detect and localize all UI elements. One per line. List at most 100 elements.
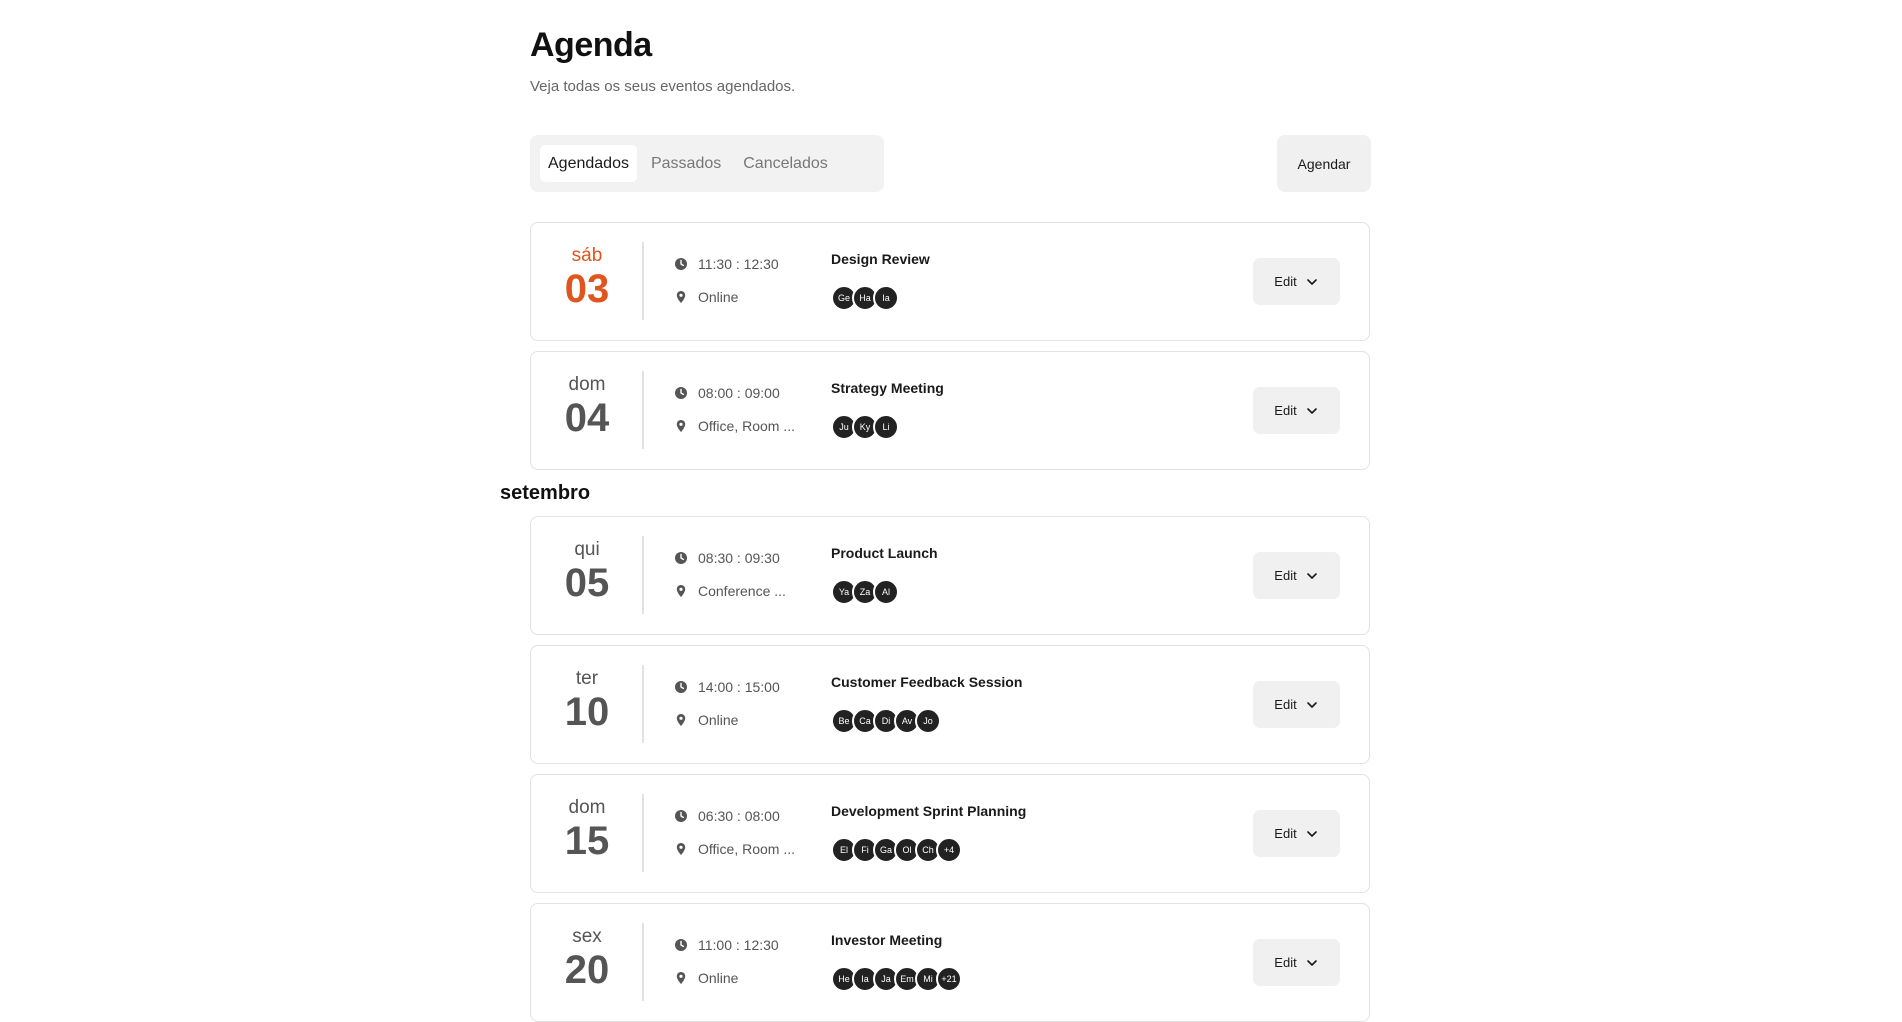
event-time-row: 06:30 : 08:00: [674, 808, 780, 824]
map-pin-icon: [674, 842, 688, 856]
edit-label: Edit: [1274, 274, 1297, 289]
page-title: Agenda: [530, 26, 652, 64]
edit-button[interactable]: Edit: [1253, 939, 1340, 986]
chevron-down-icon: [1305, 827, 1319, 841]
event-title: Strategy Meeting: [831, 380, 944, 396]
tab-past[interactable]: Passados: [643, 145, 729, 182]
event-date: sex 20: [531, 904, 643, 1021]
event-title: Customer Feedback Session: [831, 674, 1023, 690]
event-location: Conference ...: [698, 583, 786, 599]
edit-label: Edit: [1274, 826, 1297, 841]
chevron-down-icon: [1305, 698, 1319, 712]
event-date: dom 04: [531, 352, 643, 469]
map-pin-icon: [674, 584, 688, 598]
event-time: 08:00 : 09:00: [698, 385, 780, 401]
map-pin-icon: [674, 290, 688, 304]
attendee-avatar: +4: [936, 837, 962, 863]
date-divider: [642, 536, 644, 614]
event-card: dom 15 06:30 : 08:00 Office, Room ... Develo…: [530, 774, 1370, 893]
edit-label: Edit: [1274, 403, 1297, 418]
edit-button[interactable]: Edit: [1253, 810, 1340, 857]
chevron-down-icon: [1305, 275, 1319, 289]
event-date: ter 10: [531, 646, 643, 763]
event-card: qui 05 08:30 : 09:30 Conference ... Product …: [530, 516, 1370, 635]
event-time-row: 08:00 : 09:00: [674, 385, 780, 401]
chevron-down-icon: [1305, 569, 1319, 583]
schedule-button[interactable]: Agendar: [1277, 135, 1371, 192]
attendee-avatars: Ge Ha Ia: [831, 285, 899, 311]
event-location: Online: [698, 970, 739, 986]
edit-label: Edit: [1274, 697, 1297, 712]
date-divider: [642, 665, 644, 743]
event-day: 03: [564, 267, 610, 311]
event-title: Design Review: [831, 251, 930, 267]
date-divider: [642, 923, 644, 1001]
edit-button[interactable]: Edit: [1253, 387, 1340, 434]
event-date: sáb 03: [531, 223, 643, 340]
edit-button[interactable]: Edit: [1253, 258, 1340, 305]
date-divider: [642, 242, 644, 320]
event-card: sex 20 11:00 : 12:30 Online Investor Meeting…: [530, 903, 1370, 1022]
event-card: ter 10 14:00 : 15:00 Online Customer Feedbac…: [530, 645, 1370, 764]
event-time-row: 11:00 : 12:30: [674, 937, 779, 953]
attendee-avatar: Li: [873, 414, 899, 440]
date-divider: [642, 371, 644, 449]
page-subtitle: Veja todas os seus eventos agendados.: [530, 78, 796, 95]
event-weekday: ter: [575, 668, 599, 689]
event-day: 15: [564, 819, 610, 863]
attendee-avatar: Ia: [873, 285, 899, 311]
tab-scheduled[interactable]: Agendados: [540, 145, 637, 182]
event-weekday: qui: [574, 539, 600, 560]
event-weekday: dom: [568, 797, 606, 818]
edit-button[interactable]: Edit: [1253, 552, 1340, 599]
chevron-down-icon: [1305, 404, 1319, 418]
clock-icon: [674, 938, 688, 952]
event-time-row: 14:00 : 15:00: [674, 679, 780, 695]
clock-icon: [674, 809, 688, 823]
event-title: Investor Meeting: [831, 932, 943, 948]
event-location-row: Online: [674, 712, 738, 728]
event-location-row: Conference ...: [674, 583, 786, 599]
event-time: 08:30 : 09:30: [698, 550, 780, 566]
event-title: Development Sprint Planning: [831, 803, 1027, 819]
event-time: 06:30 : 08:00: [698, 808, 780, 824]
event-location-row: Office, Room ...: [674, 418, 795, 434]
edit-label: Edit: [1274, 568, 1297, 583]
clock-icon: [674, 551, 688, 565]
event-weekday: sáb: [571, 245, 603, 266]
clock-icon: [674, 680, 688, 694]
event-time-row: 11:30 : 12:30: [674, 256, 779, 272]
map-pin-icon: [674, 713, 688, 727]
event-location-row: Office, Room ...: [674, 841, 795, 857]
event-time: 11:30 : 12:30: [698, 256, 779, 272]
chevron-down-icon: [1305, 956, 1319, 970]
event-location-row: Online: [674, 970, 738, 986]
attendee-avatar: Jo: [915, 708, 941, 734]
event-time: 14:00 : 15:00: [698, 679, 780, 695]
attendee-avatars: Ju Ky Li: [831, 414, 899, 440]
event-day: 05: [564, 561, 610, 605]
event-location: Online: [698, 712, 739, 728]
attendee-avatar: +21: [936, 966, 962, 992]
event-time-row: 08:30 : 09:30: [674, 550, 780, 566]
event-location-row: Online: [674, 289, 738, 305]
event-time: 11:00 : 12:30: [698, 937, 779, 953]
attendee-avatars: Ya Za Al: [831, 579, 899, 605]
edit-label: Edit: [1274, 955, 1297, 970]
map-pin-icon: [674, 419, 688, 433]
event-card: dom 04 08:00 : 09:00 Office, Room ... Strate…: [530, 351, 1370, 470]
edit-button[interactable]: Edit: [1253, 681, 1340, 728]
event-location: Office, Room ...: [698, 841, 795, 857]
tab-cancelled[interactable]: Cancelados: [735, 145, 836, 182]
clock-icon: [674, 386, 688, 400]
attendee-avatars: El Fi Ga Ol Ch +4: [831, 837, 962, 863]
event-card: sáb 03 11:30 : 12:30 Online Design Review Ge H…: [530, 222, 1370, 341]
attendee-avatars: Be Ca Di Av Jo: [831, 708, 941, 734]
event-date: qui 05: [531, 517, 643, 634]
event-day: 04: [564, 396, 610, 440]
event-day: 10: [564, 690, 610, 734]
month-heading: setembro: [500, 482, 591, 504]
clock-icon: [674, 257, 688, 271]
event-location: Office, Room ...: [698, 418, 795, 434]
event-weekday: sex: [572, 926, 602, 947]
